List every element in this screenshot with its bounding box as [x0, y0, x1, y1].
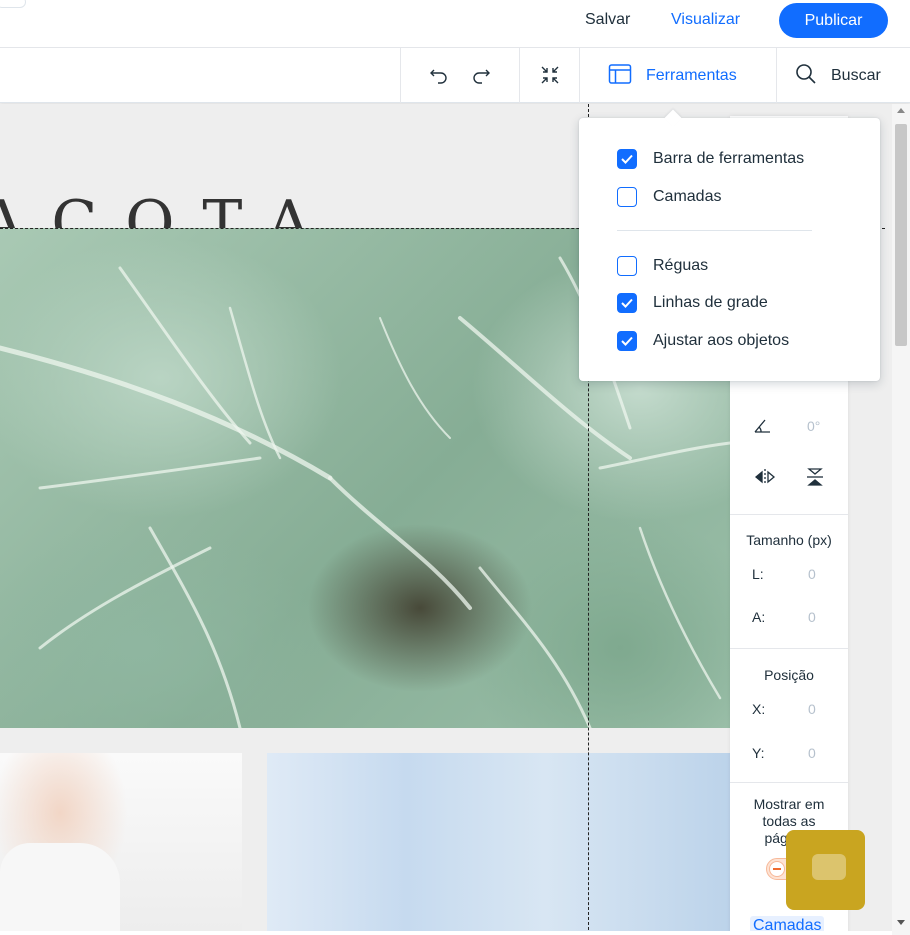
tools-dropdown-menu: Barra de ferramentas Camadas Réguas Linh… [579, 109, 880, 381]
x-input[interactable]: 0 [808, 701, 816, 717]
tool-toolbar-option[interactable]: Barra de ferramentas [617, 149, 804, 169]
person-photo-card[interactable] [0, 753, 242, 935]
collapse-icon[interactable] [537, 62, 563, 88]
chat-button[interactable] [786, 830, 865, 910]
checkbox-checked-icon[interactable] [617, 293, 637, 313]
height-input[interactable]: 0 [808, 609, 816, 625]
tool-option-label: Barra de ferramentas [653, 150, 805, 167]
tool-snap-option[interactable]: Ajustar aos objetos [617, 331, 789, 351]
top-bar: Salvar Visualizar Publicar [0, 0, 910, 48]
blue-photo-card[interactable] [267, 753, 730, 935]
rotation-value[interactable]: 0° [807, 418, 820, 434]
tool-layers-option[interactable]: Camadas [617, 187, 721, 207]
tool-option-label: Ajustar aos objetos [653, 332, 790, 349]
bottom-strip [0, 931, 892, 935]
checkbox-checked-icon[interactable] [617, 149, 637, 169]
toolbar-divider [776, 48, 777, 103]
white-coat-shape [0, 843, 120, 935]
undo-icon[interactable] [426, 62, 452, 88]
tools-button[interactable]: Ferramentas [608, 63, 737, 89]
search-button[interactable]: Buscar [795, 63, 881, 89]
toolbar-divider [519, 48, 520, 103]
panel-divider [730, 514, 848, 515]
preview-button[interactable]: Visualizar [671, 11, 740, 29]
scroll-up-icon[interactable] [897, 108, 905, 113]
top-left-tab-stub[interactable] [0, 0, 26, 8]
checkbox-unchecked-icon[interactable] [617, 187, 637, 207]
height-label: A: [752, 609, 766, 625]
x-label: X: [752, 701, 766, 717]
size-title: Tamanho (px) [746, 532, 832, 548]
rotate-icon[interactable] [752, 418, 772, 439]
checkbox-unchecked-icon[interactable] [617, 256, 637, 276]
vertical-scrollbar[interactable] [892, 104, 910, 935]
tools-layout-icon [608, 63, 632, 90]
checkbox-checked-icon[interactable] [617, 331, 637, 351]
width-label: L: [752, 566, 764, 582]
search-label: Buscar [831, 67, 881, 84]
tool-gridlines-option[interactable]: Linhas de grade [617, 293, 768, 313]
width-input[interactable]: 0 [808, 566, 816, 582]
toolbar-divider [400, 48, 401, 103]
editor-toolbar: Ferramentas Buscar [0, 48, 910, 103]
tool-option-label: Réguas [653, 257, 709, 274]
toolbar-divider [579, 48, 580, 103]
scroll-down-icon[interactable] [897, 920, 905, 925]
tool-option-label: Camadas [653, 188, 722, 205]
toggle-off-icon [769, 861, 785, 877]
redo-icon[interactable] [468, 62, 494, 88]
panel-divider [730, 648, 848, 649]
y-label: Y: [752, 745, 765, 761]
y-input[interactable]: 0 [808, 745, 816, 761]
flip-vertical-icon[interactable] [804, 466, 826, 493]
dropdown-divider [617, 230, 812, 231]
panel-divider [730, 782, 848, 783]
scrollbar-thumb[interactable] [895, 124, 907, 346]
position-title: Posição [764, 667, 814, 683]
tool-option-label: Linhas de grade [653, 294, 768, 311]
tools-label: Ferramentas [646, 67, 737, 84]
publish-button[interactable]: Publicar [779, 3, 888, 38]
save-button[interactable]: Salvar [585, 11, 630, 29]
chat-bubble-icon [812, 854, 846, 880]
search-icon [795, 63, 817, 90]
flip-horizontal-icon[interactable] [754, 468, 776, 491]
tool-rulers-option[interactable]: Réguas [617, 256, 708, 276]
